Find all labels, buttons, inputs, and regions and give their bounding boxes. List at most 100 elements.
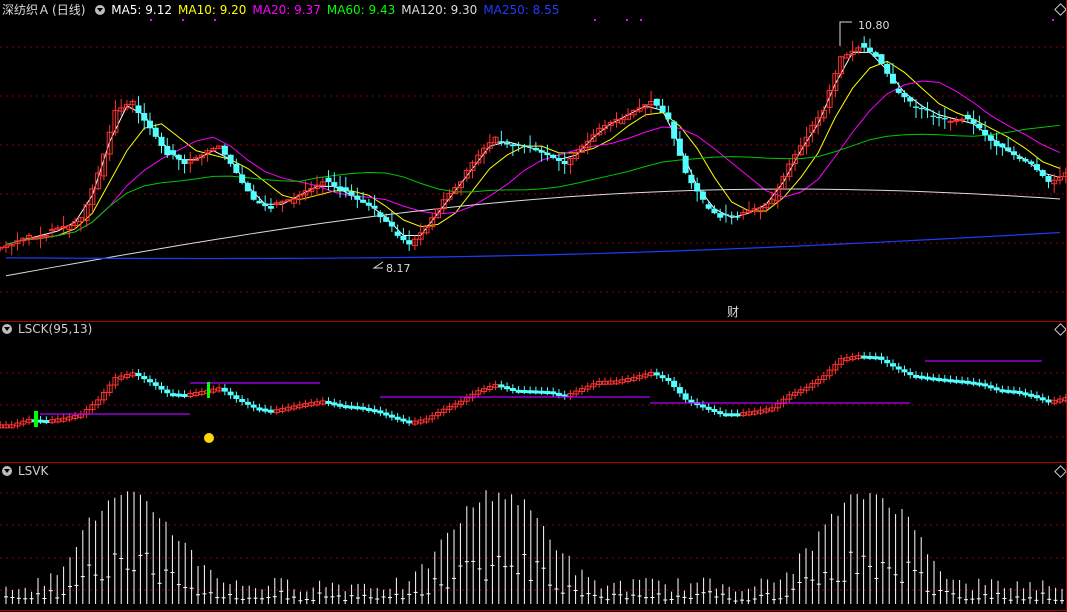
lsck-pane-diamond-icon[interactable] [1054, 323, 1067, 336]
lsck-body-down [158, 385, 165, 390]
lsck-body-down [1005, 389, 1012, 393]
annotation-marks [150, 19, 1054, 269]
lsck-body-up [774, 403, 781, 409]
candle-body-up [1062, 172, 1067, 178]
signal-dot [1052, 19, 1054, 21]
candle-body-down [993, 140, 1000, 147]
lsck-body-up [596, 380, 603, 385]
main-pane-diamond-icon[interactable] [1054, 3, 1067, 16]
lsck-body-down [1022, 392, 1029, 396]
ma60-label: MA60: 9.43 [326, 3, 396, 17]
lsck-body-down [1010, 390, 1017, 394]
lsck-body-down [964, 380, 971, 384]
candle-body-up [486, 142, 493, 149]
lsck-body-down [722, 413, 729, 417]
candle-body-down [244, 182, 251, 192]
candle-body-down [509, 144, 516, 147]
candle-body-down [388, 221, 395, 227]
candle-body-up [947, 120, 954, 123]
lsck-body-down [152, 382, 159, 386]
lsck-body-down [987, 385, 994, 389]
candle-body-up [797, 145, 804, 156]
high-pointer [839, 21, 852, 46]
lsck-body-down [331, 402, 338, 406]
candle-body-down [521, 145, 528, 147]
lsck-body-down [365, 407, 372, 411]
lsck-body-up [492, 383, 499, 388]
candle-body-up [953, 119, 960, 122]
lsck-body-up [625, 378, 632, 383]
candle-body-up [417, 232, 424, 240]
signal-dot [214, 19, 216, 21]
candle-body-up [429, 217, 436, 228]
lsvk-dropdown-circle-icon[interactable] [2, 466, 12, 476]
candle-body-down [141, 113, 148, 121]
candle-body-down [181, 159, 188, 165]
candle-body-down [653, 98, 660, 106]
lsck-body-down [141, 376, 148, 380]
lsck-body-up [573, 390, 580, 395]
lsck-body-down [377, 410, 384, 414]
candle-body-up [769, 199, 776, 205]
lsck-body-down [360, 406, 367, 410]
lsck-dropdown-circle-icon[interactable] [2, 324, 12, 334]
candle-body-down [734, 216, 741, 218]
lsck-body-down [734, 413, 741, 417]
lsck-body-up [1062, 397, 1067, 402]
candle-body-up [596, 127, 603, 136]
lsck-body-down [999, 389, 1006, 393]
lsck-body-up [826, 369, 833, 377]
candle-body-down [1022, 158, 1029, 162]
candle-body-down [918, 107, 925, 110]
candle-body-down [941, 118, 948, 120]
candle-body-up [77, 217, 84, 223]
lsck-body-up [216, 387, 223, 392]
candle-body-up [3, 245, 9, 248]
candle-body-down [250, 191, 257, 200]
candle-body-up [492, 136, 499, 144]
financial-report-marker[interactable]: 财 [727, 305, 739, 319]
lsck-body-down [717, 411, 724, 415]
lsck-body-down [544, 391, 551, 395]
signal-dot [182, 19, 184, 21]
lsvk-pane-diamond-icon[interactable] [1054, 465, 1067, 478]
candle-body-up [210, 147, 217, 152]
lsck-body-up [14, 422, 21, 427]
stock-name: 深纺织Ａ [2, 3, 51, 17]
candle-body-up [838, 56, 845, 75]
candle-body-up [319, 181, 326, 186]
candle-body-up [648, 100, 655, 106]
candle-body-up [95, 172, 102, 190]
lsck-body-up [26, 418, 33, 423]
lsck-body-down [233, 395, 240, 399]
candle-body-up [123, 104, 130, 109]
lsck-body-down [325, 400, 332, 404]
lsck-body-down [342, 405, 349, 409]
chart-canvas[interactable]: 10.80 8.17 财 [0, 0, 1067, 612]
ma250-line [5, 231, 1061, 260]
candle-body-up [216, 145, 223, 149]
candle-body-up [411, 238, 418, 247]
candle-body-up [296, 194, 303, 200]
lsck-body-up [308, 402, 315, 407]
lsck-body-down [866, 355, 873, 359]
candle-body-up [630, 109, 637, 116]
lsck-body-down [527, 390, 534, 394]
lsck-body-up [273, 409, 280, 414]
candle-body-up [49, 228, 56, 232]
candle-body-up [279, 200, 286, 204]
lsck-body-down [135, 372, 142, 377]
candle-body-up [8, 243, 15, 247]
candle-body-down [999, 143, 1006, 148]
candle-body-down [561, 160, 568, 165]
lsck-body-up [607, 380, 614, 385]
dropdown-circle-icon[interactable] [95, 5, 106, 15]
lsck-body-up [636, 375, 643, 380]
candle-body-up [855, 47, 862, 52]
lsck-body-down [509, 388, 516, 392]
lsck-body-up [809, 382, 816, 388]
lsck-body-down [1016, 390, 1023, 394]
candle-body-up [590, 134, 597, 142]
lsck-body-down [550, 391, 557, 395]
candlestick-series [0, 36, 1067, 256]
